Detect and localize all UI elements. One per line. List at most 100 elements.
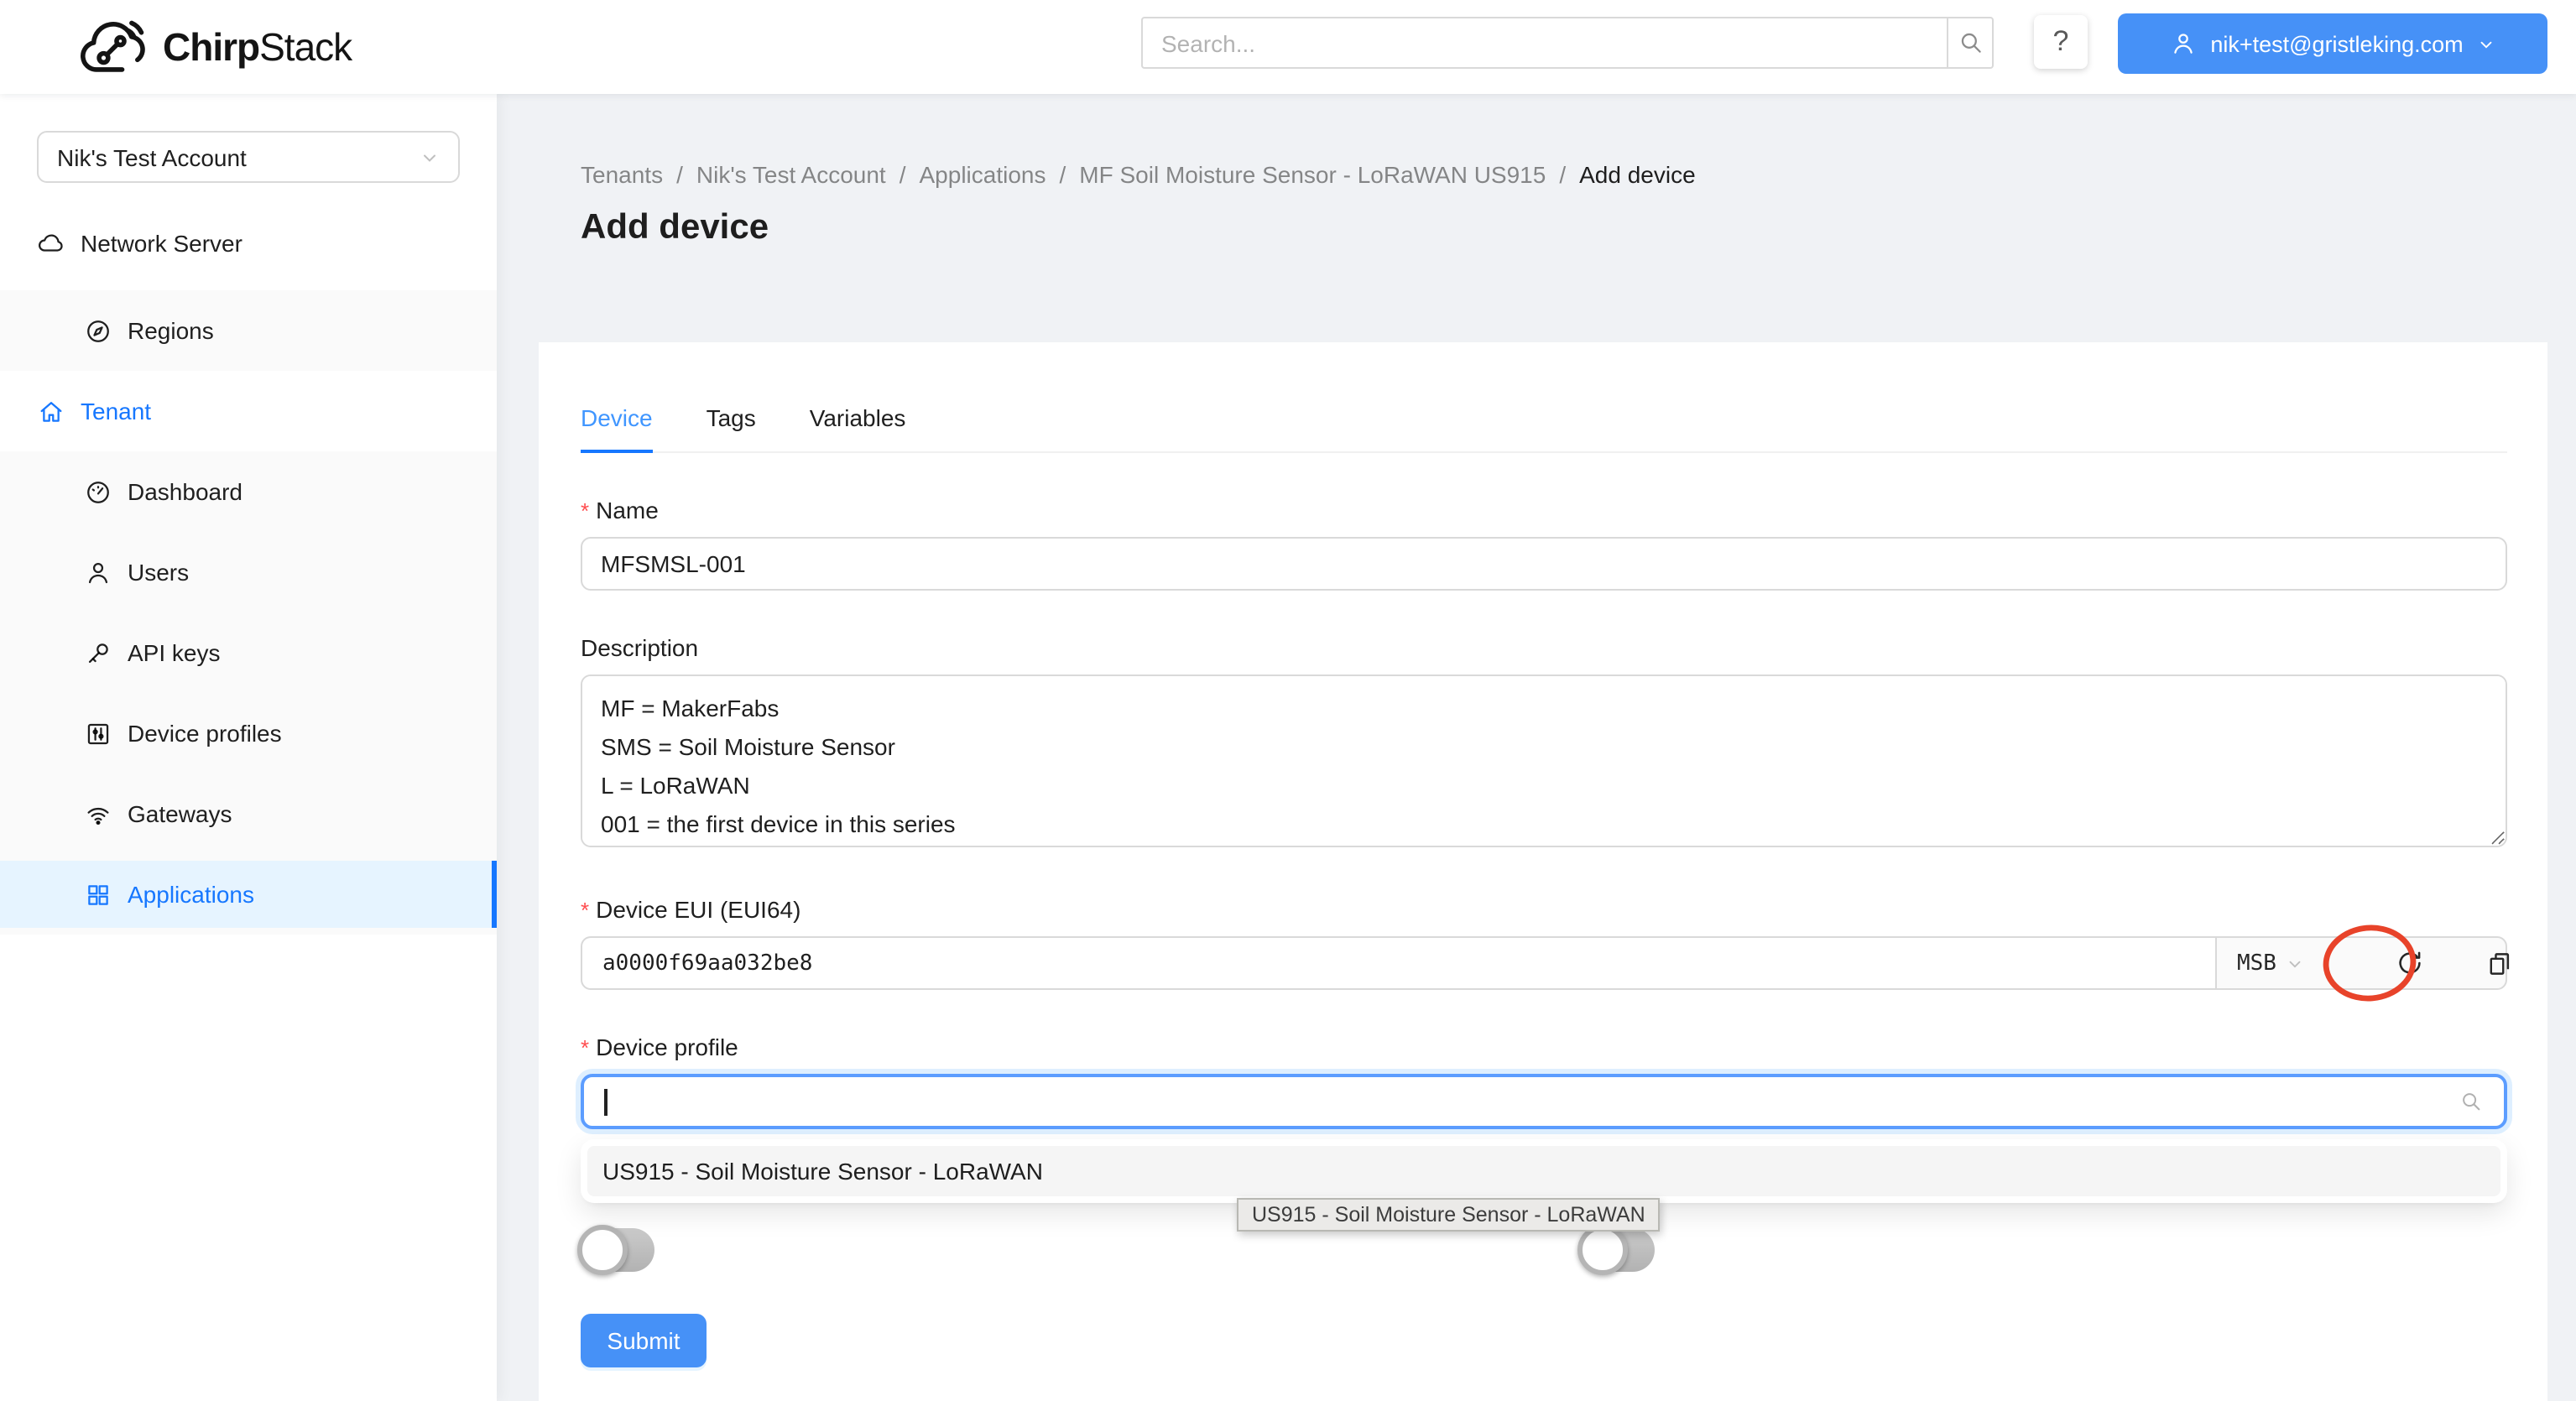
left-toggle-switch[interactable] xyxy=(581,1228,654,1272)
top-header: ChirpStack ? nik+test@gristleking.com xyxy=(0,0,2576,94)
submit-button[interactable]: Submit xyxy=(581,1314,707,1367)
name-input[interactable] xyxy=(581,537,2507,591)
control-icon xyxy=(84,719,112,747)
breadcrumb-separator: / xyxy=(1559,161,1566,188)
sidebar-item-dashboard[interactable]: Dashboard xyxy=(0,458,497,525)
page-title: Add device xyxy=(581,208,769,248)
tenant-select-value: Nik's Test Account xyxy=(57,143,420,170)
sidebar-item-label: Gateways xyxy=(128,800,232,827)
sidebar-item-regions[interactable]: Regions xyxy=(0,297,497,364)
compass-icon xyxy=(84,316,112,345)
toggle-knob xyxy=(1577,1225,1628,1275)
description-form-item: Description MF = MakerFabs SMS = Soil Mo… xyxy=(581,631,2507,852)
network-server-submenu: Regions xyxy=(0,290,497,371)
breadcrumb-current: Add device xyxy=(1579,161,1696,188)
appstore-icon xyxy=(84,880,112,909)
description-label: Description xyxy=(581,631,2507,666)
search-input[interactable] xyxy=(1141,17,1947,69)
brand-name: ChirpStack xyxy=(163,24,352,70)
device-eui-addon: MSB xyxy=(2215,936,2507,990)
add-device-card: Device Tags Variables *Name Description … xyxy=(539,342,2547,1401)
required-marker: * xyxy=(581,898,589,923)
user-icon xyxy=(84,558,112,586)
name-label: *Name xyxy=(581,493,2507,529)
user-icon xyxy=(2170,30,2197,57)
text-cursor xyxy=(604,1088,607,1115)
sidebar-item-label: Dashboard xyxy=(128,478,242,505)
sidebar: Nik's Test Account Network Server Region… xyxy=(0,94,497,1401)
search-button[interactable] xyxy=(1947,17,1994,69)
switches-row xyxy=(581,1228,2507,1272)
device-profile-label: *Device profile xyxy=(581,1030,2507,1065)
device-eui-input[interactable] xyxy=(581,936,2215,990)
tenant-submenu: Dashboard Users API keys xyxy=(0,451,497,935)
sidebar-item-applications[interactable]: Applications xyxy=(0,861,497,928)
byte-order-dropdown[interactable]: MSB xyxy=(2237,950,2305,976)
user-email: nik+test@gristleking.com xyxy=(2210,31,2463,56)
device-eui-label: *Device EUI (EUI64) xyxy=(581,893,2507,928)
sidebar-item-label: Network Server xyxy=(81,230,242,257)
breadcrumb-account[interactable]: Nik's Test Account xyxy=(696,161,886,188)
sidebar-item-tenant[interactable]: Tenant xyxy=(0,378,497,445)
device-eui-group: MSB xyxy=(581,936,2507,990)
copy-icon xyxy=(2486,949,2515,977)
sidebar-item-network-server[interactable]: Network Server xyxy=(0,210,497,277)
device-profile-select[interactable] xyxy=(581,1074,2507,1129)
toggle-knob xyxy=(577,1225,628,1275)
sidebar-item-api-keys[interactable]: API keys xyxy=(0,619,497,686)
device-profile-option[interactable]: US915 - Soil Moisture Sensor - LoRaWAN xyxy=(587,1146,2500,1196)
sidebar-item-label: API keys xyxy=(128,639,221,666)
breadcrumb: Tenants / Nik's Test Account / Applications /… xyxy=(581,161,1696,188)
breadcrumb-applications[interactable]: Applications xyxy=(920,161,1046,188)
breadcrumb-separator: / xyxy=(1060,161,1066,188)
device-profile-dropdown: US915 - Soil Moisture Sensor - LoRaWAN xyxy=(581,1139,2507,1203)
global-search xyxy=(1141,17,1994,69)
generate-eui-button[interactable] xyxy=(2396,948,2426,978)
device-profile-tooltip: US915 - Soil Moisture Sensor - LoRaWAN xyxy=(1237,1198,1661,1232)
breadcrumb-application-name[interactable]: MF Soil Moisture Sensor - LoRaWAN US915 xyxy=(1079,161,1546,188)
app-window: ChirpStack ? nik+test@gristleking.com xyxy=(0,0,2576,1401)
copy-eui-button[interactable] xyxy=(2486,949,2515,977)
search-icon xyxy=(2459,1089,2484,1114)
home-icon xyxy=(37,397,65,425)
cloud-icon xyxy=(37,229,65,258)
sidebar-item-label: Users xyxy=(128,559,189,586)
chevron-down-icon xyxy=(2287,954,2305,972)
tab-variables[interactable]: Variables xyxy=(810,404,906,451)
device-profile-select-wrapper: US915 - Soil Moisture Sensor - LoRaWAN U… xyxy=(581,1074,2507,1129)
sidebar-item-gateways[interactable]: Gateways xyxy=(0,780,497,847)
main-content: Tenants / Nik's Test Account / Applications /… xyxy=(497,94,2576,1401)
tab-device[interactable]: Device xyxy=(581,404,653,451)
tab-tags[interactable]: Tags xyxy=(707,404,756,451)
chevron-down-icon xyxy=(2477,34,2495,53)
sidebar-item-label: Regions xyxy=(128,317,214,344)
sidebar-item-label: Tenant xyxy=(81,398,151,424)
device-eui-form-item: *Device EUI (EUI64) MSB xyxy=(581,893,2507,990)
sidebar-item-users[interactable]: Users xyxy=(0,539,497,606)
device-profile-form-item: *Device profile US915 - Soil Moisture Se… xyxy=(581,1030,2507,1129)
chirpstack-logo-icon xyxy=(77,13,151,81)
breadcrumb-separator: / xyxy=(676,161,683,188)
help-button[interactable]: ? xyxy=(2034,15,2088,69)
sidebar-item-label: Applications xyxy=(128,881,254,908)
breadcrumb-tenants[interactable]: Tenants xyxy=(581,161,663,188)
wifi-icon xyxy=(84,799,112,828)
sidebar-item-label: Device profiles xyxy=(128,720,282,747)
breadcrumb-separator: / xyxy=(900,161,906,188)
sidebar-menu: Network Server Regions Tenant xyxy=(0,210,497,935)
right-toggle-switch[interactable] xyxy=(1581,1228,1655,1272)
key-icon xyxy=(84,638,112,667)
user-menu-button[interactable]: nik+test@gristleking.com xyxy=(2118,13,2547,74)
tenant-select[interactable]: Nik's Test Account xyxy=(37,131,460,183)
description-textarea[interactable]: MF = MakerFabs SMS = Soil Moisture Senso… xyxy=(581,674,2507,847)
search-icon xyxy=(1956,29,1984,57)
name-form-item: *Name xyxy=(581,493,2507,591)
required-marker: * xyxy=(581,498,589,523)
sidebar-item-device-profiles[interactable]: Device profiles xyxy=(0,700,497,767)
chirpstack-logo[interactable]: ChirpStack xyxy=(77,12,352,82)
chevron-down-icon xyxy=(420,147,440,167)
question-mark-icon: ? xyxy=(2053,25,2069,59)
byte-order-value: MSB xyxy=(2237,950,2276,976)
dashboard-icon xyxy=(84,477,112,506)
tab-bar: Device Tags Variables xyxy=(581,404,2507,453)
